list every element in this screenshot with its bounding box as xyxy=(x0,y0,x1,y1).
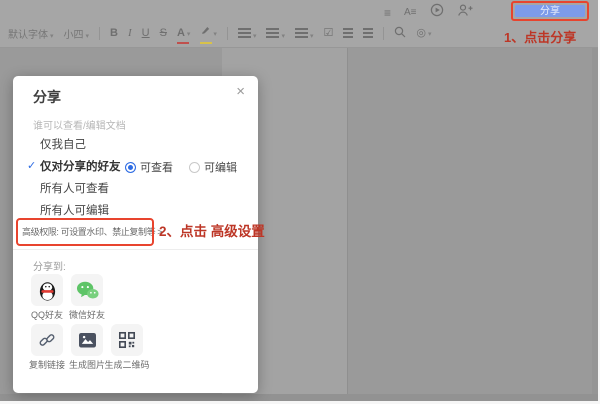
wechat-icon xyxy=(76,281,99,300)
search-icon[interactable] xyxy=(394,25,406,43)
dialog-divider xyxy=(13,249,258,250)
image-icon xyxy=(78,332,97,349)
radio-can-edit[interactable] xyxy=(189,162,200,173)
toolbar-divider xyxy=(227,27,228,40)
close-icon[interactable]: × xyxy=(236,84,245,99)
chevron-down-icon: ▾ xyxy=(281,33,285,40)
highlight-color-button[interactable]: ▾ xyxy=(200,23,217,44)
annotation-step1: 1、点击分享 xyxy=(504,27,576,46)
option-anyone-edit[interactable]: 所有人可编辑 xyxy=(40,202,109,218)
link-icon xyxy=(38,331,56,349)
checkbox-list-button[interactable]: ☑ xyxy=(323,28,333,39)
align-dropdown[interactable]: ▾ xyxy=(238,25,257,43)
radio-can-view[interactable] xyxy=(125,162,136,173)
qrcode-icon xyxy=(118,331,136,349)
share-button[interactable]: 分享 xyxy=(515,5,585,17)
titlebar: ≡ A≡ xyxy=(0,0,598,20)
indent-increase-button[interactable] xyxy=(343,25,353,43)
app-window: ≡ A≡ 分享 默认字体▾ 小四▾ B I U S A▾ ▾ xyxy=(0,0,600,404)
toolbar-divider xyxy=(383,27,384,40)
option-anyone-view[interactable]: 所有人可查看 xyxy=(40,180,109,196)
option-shared-friends[interactable]: 仅对分享的好友 xyxy=(40,158,121,174)
channel-qq[interactable] xyxy=(31,274,63,306)
chevron-down-icon: ▾ xyxy=(50,33,54,40)
bullet-list-dropdown[interactable]: ▾ xyxy=(266,25,285,43)
permission-radio-group: 可查看 可编辑 xyxy=(125,159,249,175)
font-family-dropdown[interactable]: 默认字体▾ xyxy=(8,26,54,41)
strikethrough-button[interactable]: S xyxy=(160,28,167,39)
share-to-label: 分享到: xyxy=(33,258,66,273)
toolbar-divider xyxy=(99,27,100,40)
channel-copy-link[interactable] xyxy=(31,324,63,356)
underline-button[interactable]: U xyxy=(142,28,150,39)
dialog-subtitle: 谁可以查看/编辑文档 xyxy=(33,117,126,132)
highlighter-icon xyxy=(200,25,211,36)
horizontal-scrollbar[interactable] xyxy=(0,394,598,401)
highlight-color-swatch xyxy=(200,42,212,44)
bold-button[interactable]: B xyxy=(110,28,118,39)
font-color-swatch xyxy=(177,42,189,44)
chevron-down-icon: ▾ xyxy=(428,31,432,38)
numbered-list-dropdown[interactable]: ▾ xyxy=(295,25,314,43)
chevron-down-icon: ▾ xyxy=(310,33,314,40)
advanced-permission-highlight-box xyxy=(16,218,154,246)
channel-generate-qrcode-label: 生成二维码 xyxy=(97,358,157,371)
chevron-down-icon: ▾ xyxy=(213,31,217,38)
channel-wechat-label: 微信好友 xyxy=(57,308,117,321)
check-icon: ✓ xyxy=(27,159,36,172)
chevron-down-icon: ▾ xyxy=(187,31,191,38)
annotation-step2: 2、点击 高级设置 xyxy=(159,220,265,240)
indent-decrease-button[interactable] xyxy=(363,25,373,43)
chevron-down-icon: ▾ xyxy=(86,33,90,40)
menu-icon[interactable]: ≡ xyxy=(384,6,391,20)
channel-generate-image[interactable] xyxy=(71,324,103,356)
radio-can-edit-label[interactable]: 可编辑 xyxy=(204,159,237,175)
vertical-scrollbar[interactable] xyxy=(592,48,598,394)
font-color-button[interactable]: A▾ xyxy=(177,23,190,44)
chevron-down-icon: ▾ xyxy=(253,33,257,40)
channel-generate-qrcode[interactable] xyxy=(111,324,143,356)
position-dropdown[interactable]: ◎▾ xyxy=(416,28,431,39)
dialog-title: 分享 xyxy=(33,87,61,107)
text-style-icon[interactable]: A≡ xyxy=(404,6,417,20)
channel-wechat[interactable] xyxy=(71,274,103,306)
italic-button[interactable]: I xyxy=(128,28,132,39)
share-button-highlight-box: 分享 xyxy=(511,1,589,21)
font-size-dropdown[interactable]: 小四▾ xyxy=(64,26,90,41)
radio-can-view-label[interactable]: 可查看 xyxy=(140,159,173,175)
qq-icon xyxy=(37,279,58,302)
option-only-me[interactable]: 仅我自己 xyxy=(40,136,86,152)
